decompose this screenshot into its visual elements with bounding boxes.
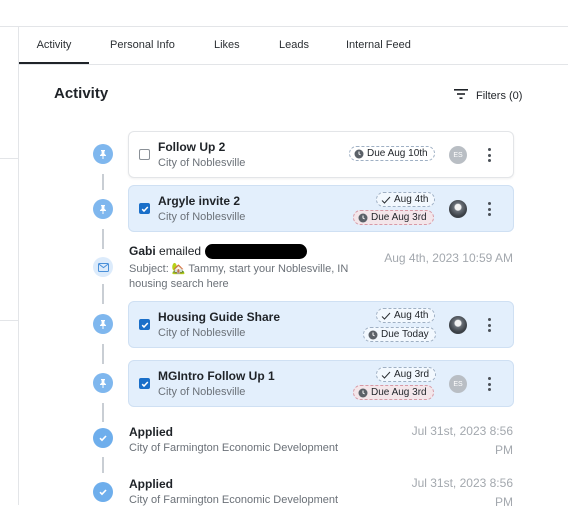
clock-icon xyxy=(368,330,378,339)
task-subtitle: City of Noblesville xyxy=(158,211,246,223)
clock-icon xyxy=(354,149,364,158)
due-badge: Due Aug 10th xyxy=(349,146,435,161)
task-subtitle: City of Noblesville xyxy=(158,157,246,169)
task-card[interactable]: MGIntro Follow Up 1 City of Noblesville … xyxy=(128,360,514,407)
pin-icon xyxy=(93,314,113,334)
avatar: ES xyxy=(449,146,467,164)
kebab-menu-icon[interactable] xyxy=(484,202,494,216)
task-title: MGIntro Follow Up 1 xyxy=(158,369,275,383)
applied-activity: Applied City of Farmington Economic Deve… xyxy=(129,425,338,454)
due-badge: Due Aug 3rd xyxy=(353,385,434,400)
clock-icon xyxy=(358,213,368,222)
task-card[interactable]: Argyle invite 2 City of Noblesville Aug … xyxy=(128,185,514,232)
section-title: Activity xyxy=(54,85,109,102)
pin-icon xyxy=(93,144,113,164)
email-activity: Gabi emailed xyxy=(129,244,308,260)
left-panel-divider xyxy=(0,320,18,321)
mail-icon xyxy=(93,257,113,277)
task-card[interactable]: Housing Guide Share City of Noblesville … xyxy=(128,301,514,348)
kebab-menu-icon[interactable] xyxy=(484,318,494,332)
completed-date: Aug 3rd xyxy=(394,369,430,380)
redacted-recipient xyxy=(205,244,308,260)
checkmark-icon xyxy=(381,312,391,320)
completed-date: Aug 4th xyxy=(394,310,429,321)
due-badge: Due Aug 3rd xyxy=(353,210,434,225)
timeline-connector xyxy=(102,344,104,364)
task-subtitle: City of Noblesville xyxy=(158,386,246,398)
task-card[interactable]: Follow Up 2 City of Noblesville Due Aug … xyxy=(128,131,514,178)
completed-badge: Aug 4th xyxy=(376,192,436,207)
tab-activity[interactable]: Activity xyxy=(19,27,89,64)
tab-bar: Activity Personal Info Likes Leads Inter… xyxy=(19,27,568,65)
tab-leads[interactable]: Leads xyxy=(279,27,309,64)
applied-title: Applied xyxy=(129,477,173,491)
applied-title: Applied xyxy=(129,425,173,439)
task-title: Argyle invite 2 xyxy=(158,194,241,208)
email-timestamp: Aug 4th, 2023 10:59 AM xyxy=(384,251,513,265)
tab-likes[interactable]: Likes xyxy=(214,27,240,64)
filters-button[interactable]: Filters (0) xyxy=(454,88,522,103)
completed-badge: Aug 4th xyxy=(376,308,436,323)
applied-subtitle: City of Farmington Economic Development xyxy=(129,442,339,454)
task-title: Follow Up 2 xyxy=(158,140,226,154)
completed-badge: Aug 3rd xyxy=(376,367,437,382)
check-circle-icon xyxy=(93,428,113,448)
timeline-connector xyxy=(102,229,104,249)
timeline-connector xyxy=(102,457,104,473)
due-label: Due Aug 10th xyxy=(367,148,428,159)
completed-date: Aug 4th xyxy=(394,194,429,205)
filters-label: Filters (0) xyxy=(476,89,523,102)
tab-personal-info[interactable]: Personal Info xyxy=(110,27,175,64)
kebab-menu-icon[interactable] xyxy=(484,377,494,391)
email-subject: Subject: 🏡 Tammy, start your Noblesville… xyxy=(129,263,349,290)
timeline-connector xyxy=(102,174,104,190)
email-verb: emailed xyxy=(159,244,202,258)
kebab-menu-icon[interactable] xyxy=(484,148,494,162)
timeline-connector xyxy=(102,403,104,422)
task-checkbox[interactable] xyxy=(139,378,150,389)
pin-icon xyxy=(93,373,113,393)
due-label: Due Aug 3rd xyxy=(371,212,427,223)
due-label: Due Today xyxy=(381,329,429,340)
email-sender: Gabi xyxy=(129,244,156,258)
checkmark-icon xyxy=(381,371,391,379)
tab-internal-feed[interactable]: Internal Feed xyxy=(346,27,411,64)
pin-icon xyxy=(93,199,113,219)
checkmark-icon xyxy=(381,196,391,204)
task-checkbox[interactable] xyxy=(139,149,150,160)
check-circle-icon xyxy=(93,482,113,502)
filter-icon xyxy=(454,88,468,103)
applied-activity: Applied City of Farmington Economic Deve… xyxy=(129,477,338,506)
left-panel xyxy=(0,27,19,505)
due-label: Due Aug 3rd xyxy=(371,387,427,398)
applied-subtitle: City of Farmington Economic Development xyxy=(129,494,339,506)
applied-timestamp: Jul 31st, 2023 8:56 PM xyxy=(411,476,513,509)
top-bar xyxy=(0,0,568,27)
due-badge: Due Today xyxy=(363,327,436,342)
task-subtitle: City of Noblesville xyxy=(158,327,246,339)
timeline-connector xyxy=(102,284,104,304)
avatar: ES xyxy=(449,375,467,393)
applied-timestamp: Jul 31st, 2023 8:56 PM xyxy=(411,424,513,457)
task-checkbox[interactable] xyxy=(139,319,150,330)
clock-icon xyxy=(358,388,368,397)
avatar xyxy=(449,200,467,218)
task-title: Housing Guide Share xyxy=(158,310,281,324)
avatar xyxy=(449,316,467,334)
task-checkbox[interactable] xyxy=(139,203,150,214)
left-panel-divider xyxy=(0,158,18,159)
